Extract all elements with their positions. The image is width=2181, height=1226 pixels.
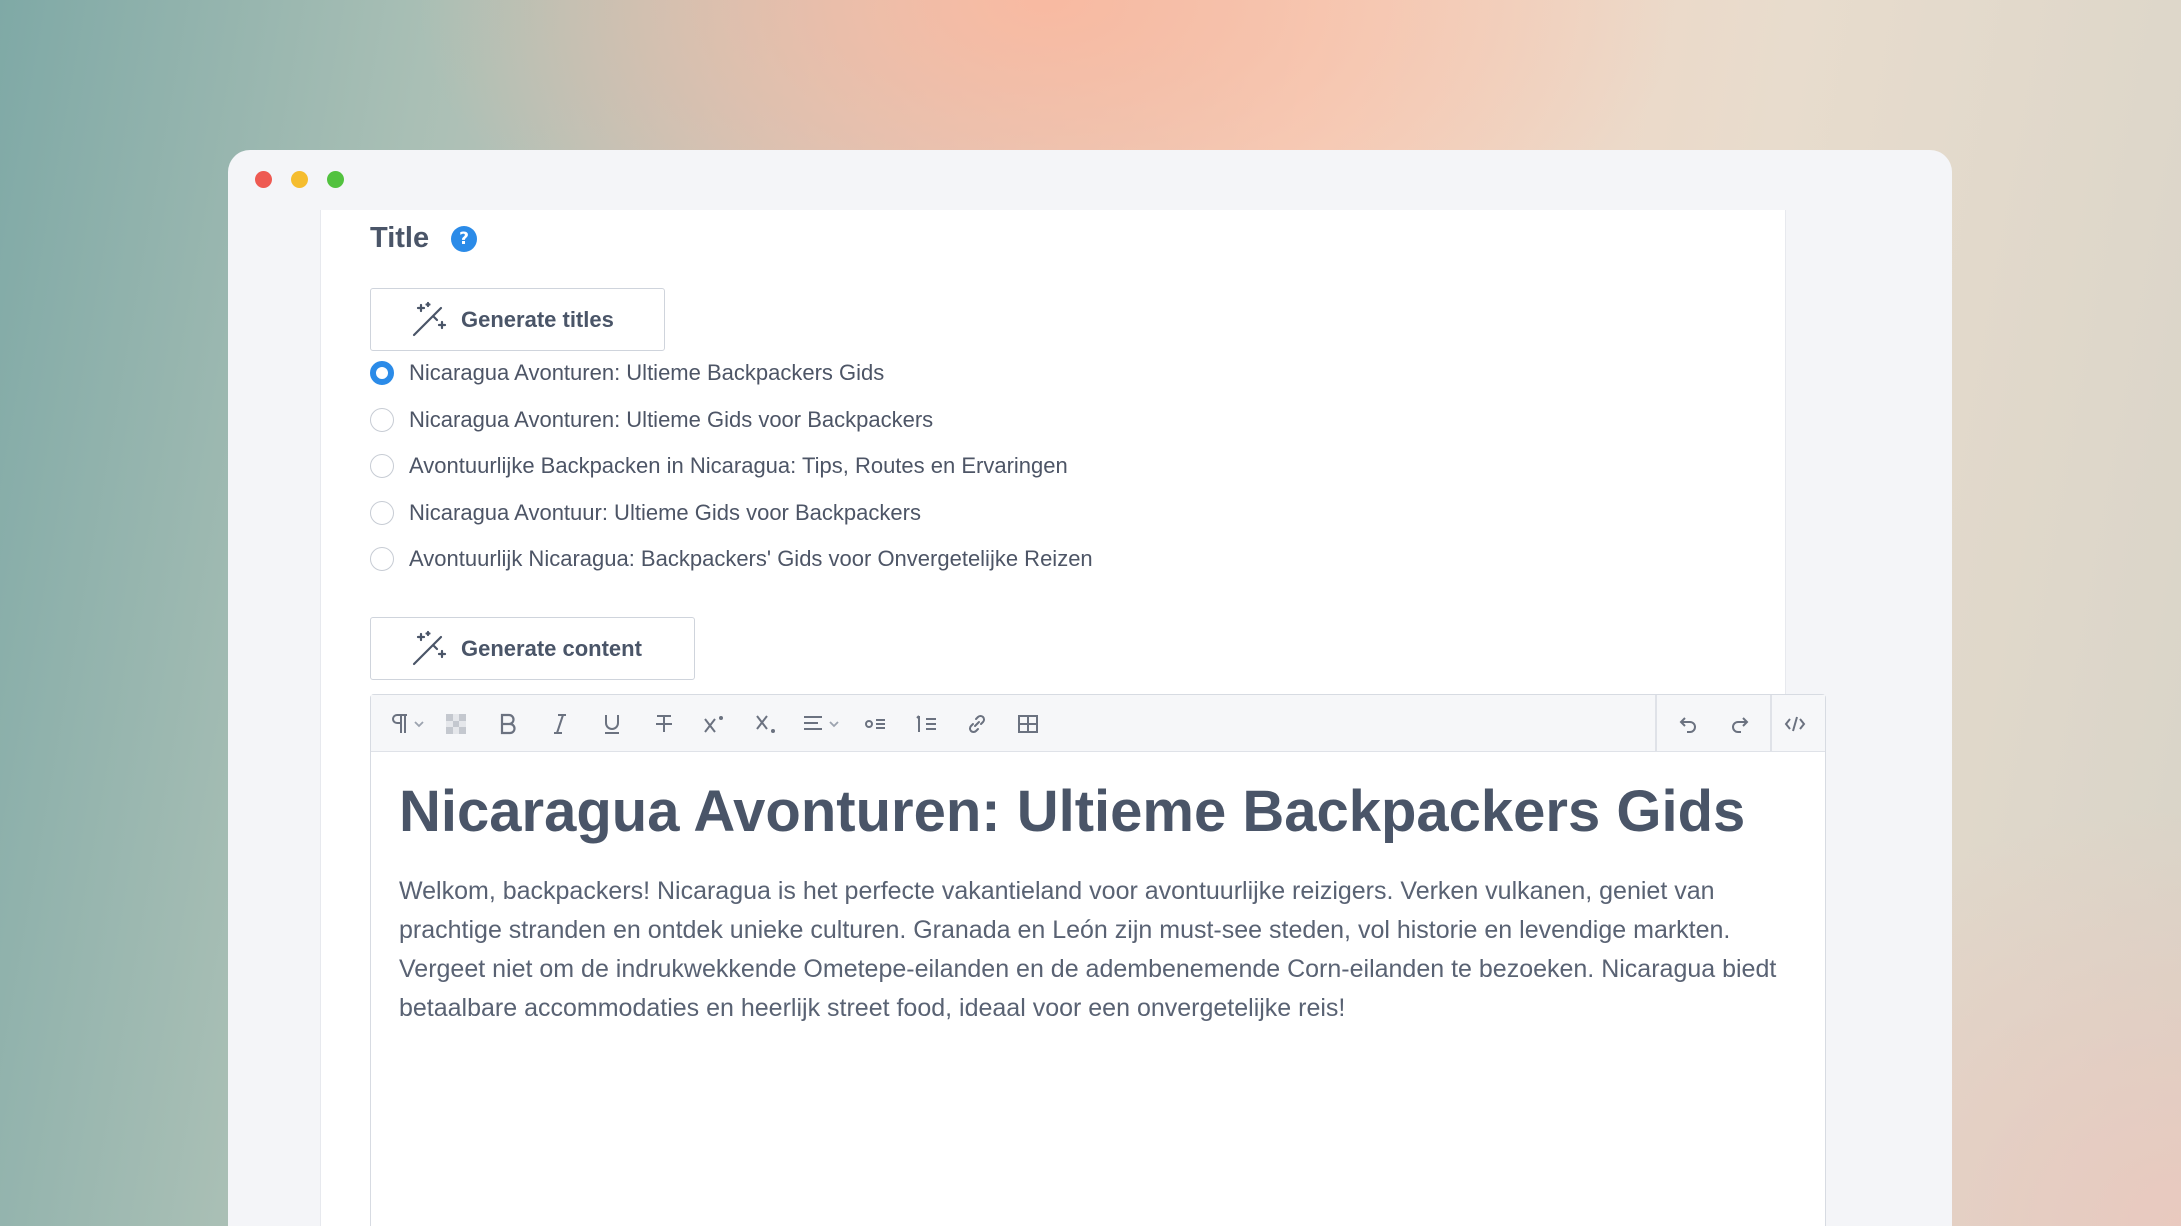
editor-content[interactable]: Nicaragua Avonturen: Ultieme Backpackers… (371, 752, 1825, 1050)
section-title: Title (370, 222, 430, 254)
italic-icon (554, 714, 566, 734)
redo-button[interactable] (1724, 709, 1754, 739)
subscript-icon (756, 715, 775, 733)
align-button[interactable] (801, 709, 845, 739)
generate-titles-label: Generate titles (461, 306, 614, 332)
paragraph-icon (392, 714, 424, 733)
insert-table-button[interactable] (1013, 709, 1043, 739)
title-option-label: Nicaragua Avonturen: Ultieme Gids voor B… (409, 406, 934, 432)
app-window: Title ? Generate titles Nicaragua Avontu… (228, 150, 1952, 1226)
title-options-list: Nicaragua Avonturen: Ultieme Backpackers… (370, 350, 1093, 583)
magic-wand-icon (412, 630, 447, 665)
paragraph-format-button[interactable] (387, 709, 431, 739)
link-icon (968, 714, 986, 734)
numbered-list-button[interactable] (911, 709, 941, 739)
undo-button[interactable] (1674, 709, 1704, 739)
clear-format-button[interactable] (441, 709, 471, 739)
title-option[interactable]: Nicaragua Avonturen: Ultieme Backpackers… (370, 350, 1093, 397)
content-heading: Nicaragua Avonturen: Ultieme Backpackers… (399, 779, 1746, 844)
toolbar-separator (1770, 695, 1772, 752)
rich-text-editor: Nicaragua Avonturen: Ultieme Backpackers… (370, 694, 1826, 1226)
maximize-window-button[interactable] (327, 171, 344, 188)
undo-icon (1679, 717, 1696, 733)
radio-button[interactable] (370, 454, 394, 479)
title-section-header: Title ? (370, 222, 478, 255)
window-titlebar (228, 150, 1952, 210)
subscript-button[interactable] (751, 709, 781, 739)
generate-titles-button[interactable]: Generate titles (370, 288, 665, 351)
close-window-button[interactable] (255, 171, 272, 188)
bold-button[interactable] (493, 709, 523, 739)
bold-icon (500, 713, 516, 735)
editor-toolbar (371, 695, 1825, 752)
underline-button[interactable] (597, 709, 627, 739)
radio-button[interactable] (370, 547, 394, 572)
toolbar-separator (1655, 695, 1657, 752)
clear-format-icon (446, 714, 466, 734)
title-option[interactable]: Avontuurlijk Nicaragua: Backpackers' Gid… (370, 536, 1093, 583)
help-icon[interactable]: ? (451, 225, 478, 252)
italic-button[interactable] (545, 709, 575, 739)
title-option[interactable]: Nicaragua Avontuur: Ultieme Gids voor Ba… (370, 490, 1093, 537)
main-panel: Title ? Generate titles Nicaragua Avontu… (320, 210, 1826, 1226)
radio-button-selected[interactable] (370, 361, 394, 386)
title-option[interactable]: Nicaragua Avonturen: Ultieme Gids voor B… (370, 397, 1093, 444)
table-icon (1018, 715, 1038, 733)
redo-icon (1732, 717, 1749, 733)
bullet-list-icon (865, 719, 885, 729)
title-option-label: Avontuurlijke Backpacken in Nicaragua: T… (409, 453, 1068, 479)
align-icon (804, 716, 839, 730)
code-view-button[interactable] (1780, 709, 1810, 739)
strikethrough-icon (656, 715, 672, 732)
title-option-label: Nicaragua Avontuur: Ultieme Gids voor Ba… (409, 499, 921, 525)
strikethrough-button[interactable] (649, 709, 679, 739)
title-option-label: Nicaragua Avonturen: Ultieme Backpackers… (409, 360, 885, 386)
superscript-button[interactable] (699, 709, 729, 739)
radio-button[interactable] (370, 407, 394, 432)
title-option-label: Avontuurlijk Nicaragua: Backpackers' Gid… (409, 546, 1093, 572)
generate-content-button[interactable]: Generate content (370, 617, 695, 680)
superscript-icon (704, 716, 723, 733)
title-option[interactable]: Avontuurlijke Backpacken in Nicaragua: T… (370, 443, 1093, 490)
bullet-list-button[interactable] (860, 709, 890, 739)
minimize-window-button[interactable] (291, 171, 308, 188)
code-view-icon (1784, 716, 1806, 732)
numbered-list-icon (916, 715, 936, 732)
underline-icon (605, 715, 619, 734)
content-paragraph: Welkom, backpackers! Nicaragua is het pe… (399, 877, 1777, 1022)
insert-link-button[interactable] (962, 709, 992, 739)
magic-wand-icon (412, 301, 447, 336)
generate-content-label: Generate content (461, 635, 642, 661)
radio-button[interactable] (370, 500, 394, 525)
